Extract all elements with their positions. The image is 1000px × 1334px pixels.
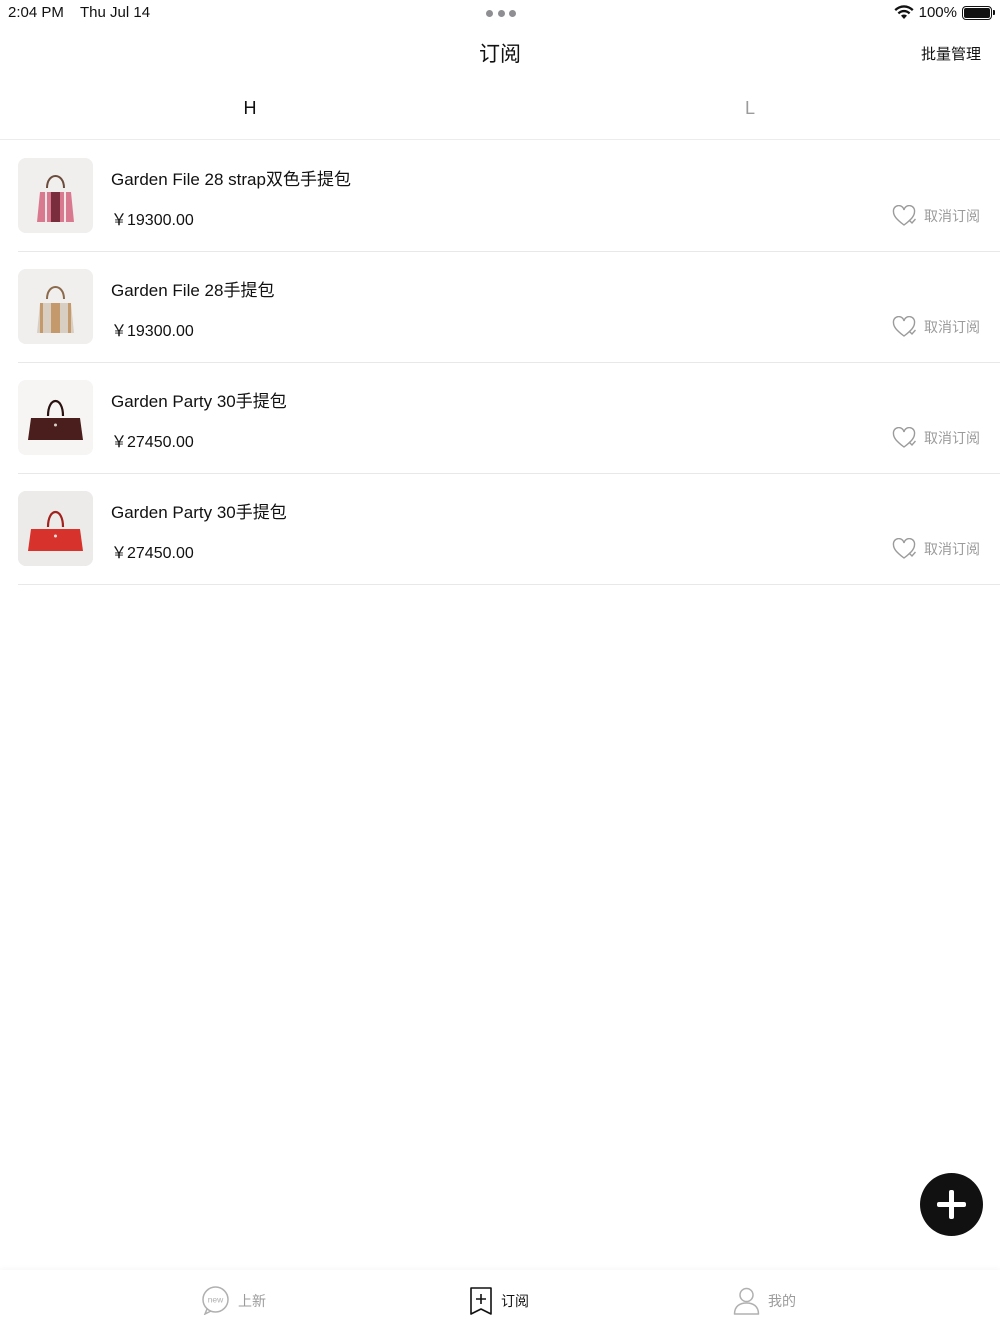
product-name: Garden File 28 strap双色手提包 <box>111 170 351 189</box>
unsubscribe-label: 取消订阅 <box>924 320 980 336</box>
list-item[interactable]: Garden File 28手提包 ￥19300.00 取消订阅 <box>18 252 1000 363</box>
heart-outline-icon <box>892 316 916 337</box>
heart-outline-icon <box>892 205 916 226</box>
unsubscribe-label: 取消订阅 <box>924 431 980 447</box>
tab-subscribe[interactable]: 订阅 <box>469 1286 529 1316</box>
list-item[interactable]: Garden Party 30手提包 ￥27450.00 取消订阅 <box>18 474 1000 585</box>
unsubscribe-button[interactable]: 取消订阅 <box>892 316 980 338</box>
status-indicators: 100% <box>894 4 995 21</box>
product-name: Garden File 28手提包 <box>111 281 275 300</box>
bookmark-add-icon <box>470 1287 492 1315</box>
batch-manage-button[interactable]: 批量管理 <box>921 43 981 64</box>
multitasking-dots-icon[interactable] <box>486 8 516 18</box>
unsubscribe-button[interactable]: 取消订阅 <box>892 538 980 560</box>
subscription-screen: 2:04 PM Thu Jul 14 100% 订阅 批量管理 H L Gard… <box>0 0 1000 1334</box>
person-icon <box>733 1287 760 1315</box>
status-date: Thu Jul 14 <box>80 4 151 21</box>
product-price: ￥19300.00 <box>111 212 194 229</box>
tab-me[interactable]: 我的 <box>733 1286 796 1316</box>
unsubscribe-label: 取消订阅 <box>924 542 980 558</box>
unsubscribe-label: 取消订阅 <box>924 209 980 225</box>
brand-tabs: H L <box>0 90 1000 140</box>
list-item[interactable]: Garden File 28 strap双色手提包 ￥19300.00 取消订阅 <box>18 141 1000 252</box>
product-name: Garden Party 30手提包 <box>111 392 287 411</box>
add-subscription-button[interactable] <box>920 1173 983 1236</box>
tab-subscribe-label: 订阅 <box>501 1294 529 1310</box>
product-name: Garden Party 30手提包 <box>111 503 287 522</box>
new-chat-bubble-icon: new <box>202 1286 229 1315</box>
new-icon-text: new <box>208 1295 224 1305</box>
tab-me-label: 我的 <box>768 1294 796 1310</box>
heart-outline-icon <box>892 538 916 559</box>
tab-new-label: 上新 <box>238 1293 266 1310</box>
product-thumbnail[interactable] <box>18 269 93 344</box>
list-item[interactable]: Garden Party 30手提包 ￥27450.00 取消订阅 <box>18 363 1000 474</box>
product-price: ￥19300.00 <box>111 323 194 340</box>
unsubscribe-button[interactable]: 取消订阅 <box>892 205 980 227</box>
tab-l[interactable]: L <box>500 98 1000 119</box>
subscription-list: Garden File 28 strap双色手提包 ￥19300.00 取消订阅 <box>18 141 1000 585</box>
page-title: 订阅 <box>479 42 521 66</box>
product-thumbnail[interactable] <box>18 380 93 455</box>
product-price: ￥27450.00 <box>111 545 194 562</box>
tab-new-arrivals[interactable]: new 上新 <box>201 1286 266 1315</box>
status-time: 2:04 PM <box>8 4 64 21</box>
battery-icon <box>962 5 995 20</box>
product-price: ￥27450.00 <box>111 434 194 451</box>
battery-percent: 100% <box>918 4 957 21</box>
heart-outline-icon <box>892 427 916 448</box>
product-thumbnail[interactable] <box>18 158 93 233</box>
product-thumbnail[interactable] <box>18 491 93 566</box>
tab-h[interactable]: H <box>0 98 500 119</box>
unsubscribe-button[interactable]: 取消订阅 <box>892 427 980 449</box>
wifi-icon <box>894 5 914 19</box>
status-bar: 2:04 PM Thu Jul 14 100% <box>0 0 1000 26</box>
bottom-tab-bar: new 上新 订阅 我的 <box>0 1270 1000 1334</box>
